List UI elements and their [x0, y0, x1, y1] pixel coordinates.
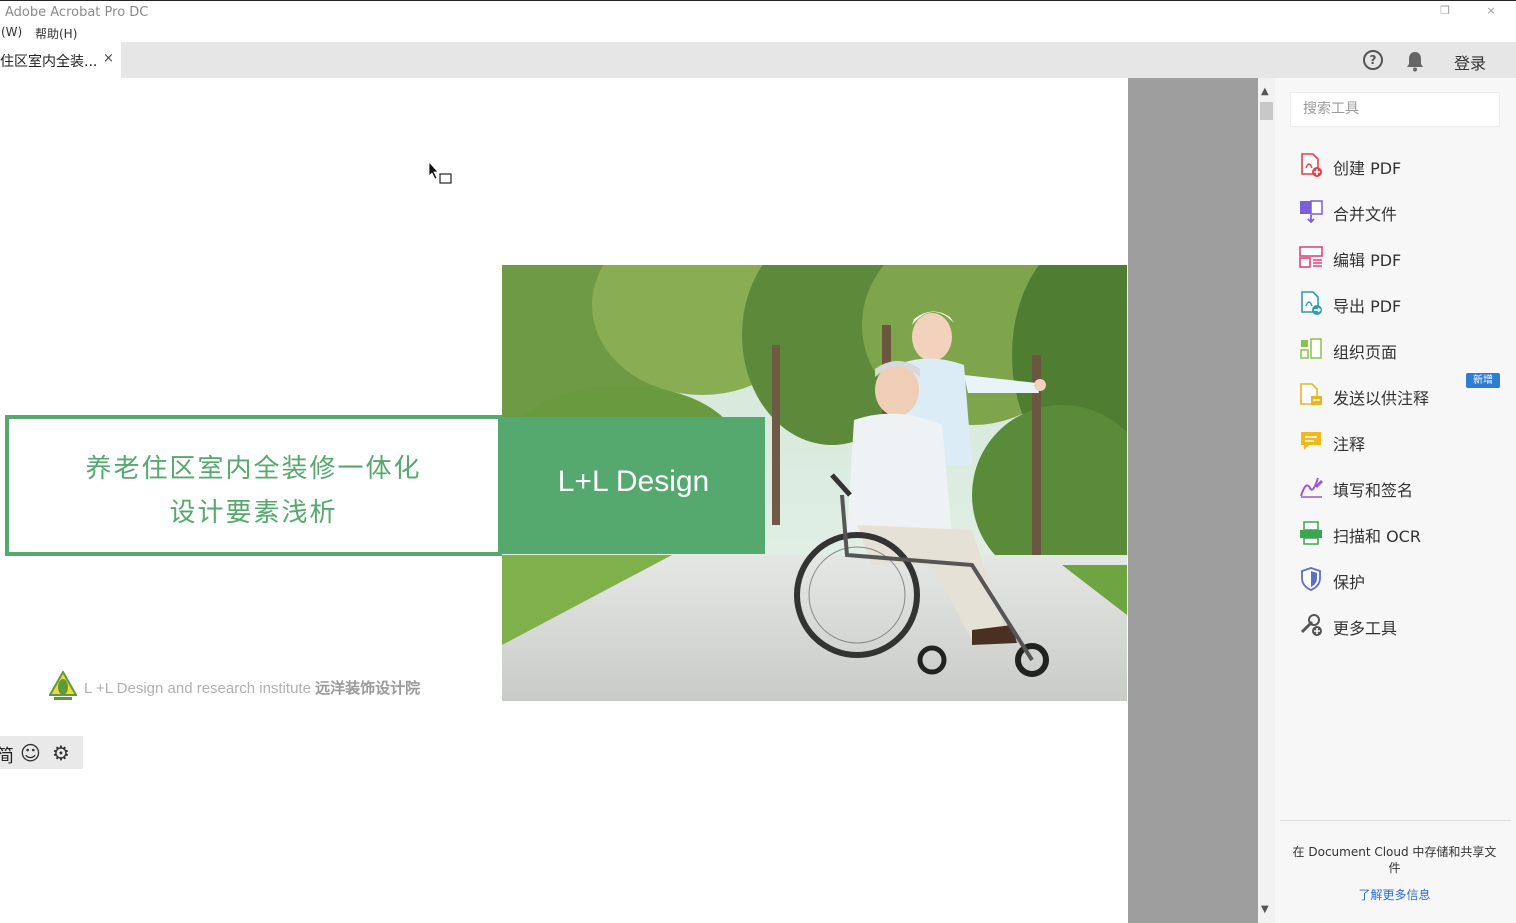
- institute-name-cn: 远洋装饰设计院: [315, 680, 421, 697]
- tool-combine-files-label: 合并文件: [1333, 205, 1398, 224]
- gear-icon[interactable]: ⚙: [52, 741, 70, 765]
- tool-protect-label: 保护: [1333, 573, 1366, 592]
- fill-sign-icon: [1300, 477, 1323, 498]
- tool-combine-files[interactable]: 合并文件: [1298, 196, 1498, 228]
- ime-mode-toggle[interactable]: 简: [0, 742, 14, 768]
- document-title-line-1: 养老住区室内全装修一体化: [85, 454, 422, 484]
- edit-pdf-icon: [1299, 246, 1323, 268]
- send-for-comments-icon: [1300, 383, 1322, 405]
- tool-search-box[interactable]: [1290, 92, 1500, 127]
- tool-fill-sign-label: 填写和签名: [1333, 481, 1414, 500]
- institute-name-en: L +L Design and research institute: [84, 680, 311, 697]
- tool-send-for-comments-label: 发送以供注释: [1333, 389, 1430, 408]
- document-tab-label: 住区室内全装...: [0, 54, 98, 70]
- more-tools-icon: [1300, 614, 1322, 636]
- document-title-line-2: 设计要素浅析: [169, 498, 338, 528]
- tool-organize-pages-label: 组织页面: [1333, 343, 1398, 362]
- menu-window[interactable]: (W): [1, 25, 22, 39]
- document-page: 养老住区室内全装修一体化 设计要素浅析 L+L Design L +L Desi…: [0, 78, 1128, 923]
- restore-button[interactable]: ❐: [1436, 4, 1454, 17]
- tool-organize-pages[interactable]: 组织页面: [1298, 334, 1498, 366]
- brand-box: L+L Design: [502, 417, 765, 554]
- tool-comment-label: 注释: [1333, 435, 1366, 454]
- app-title: Adobe Acrobat Pro DC: [5, 5, 149, 20]
- comment-icon: [1301, 432, 1321, 450]
- create-pdf-icon: [1301, 153, 1322, 177]
- tool-edit-pdf-label: 编辑 PDF: [1333, 251, 1402, 270]
- tool-edit-pdf[interactable]: 编辑 PDF: [1298, 242, 1498, 274]
- tool-protect[interactable]: 保护: [1298, 564, 1498, 596]
- tool-more-tools-label: 更多工具: [1333, 619, 1398, 638]
- vertical-scrollbar[interactable]: ▲ ▼: [1258, 78, 1275, 923]
- tool-create-pdf[interactable]: 创建 PDF: [1298, 150, 1498, 182]
- bell-icon[interactable]: [1405, 50, 1425, 72]
- document-gutter: [1128, 78, 1258, 923]
- organize-pages-icon: [1300, 338, 1322, 359]
- combine-files-icon: [1300, 200, 1323, 224]
- menu-bar: (W) 帮助(H): [0, 23, 1516, 42]
- institute-logo-icon: [49, 671, 77, 700]
- scan-ocr-icon: [1300, 521, 1322, 545]
- tool-comment[interactable]: 注释: [1298, 426, 1498, 458]
- title-card: 养老住区室内全装修一体化 设计要素浅析: [5, 415, 502, 556]
- close-window-button[interactable]: ×: [1482, 4, 1500, 17]
- scroll-up-icon[interactable]: ▲: [1261, 86, 1269, 97]
- tool-more-tools[interactable]: 更多工具: [1298, 610, 1498, 642]
- tool-create-pdf-label: 创建 PDF: [1333, 159, 1402, 178]
- tool-fill-sign[interactable]: 填写和签名: [1298, 472, 1498, 504]
- help-icon[interactable]: ?: [1363, 50, 1383, 70]
- tool-scan-ocr-label: 扫描和 OCR: [1333, 527, 1421, 546]
- document-cloud-promo: 在 Document Cloud 中存储和共享文件: [1292, 845, 1497, 875]
- tool-scan-ocr[interactable]: 扫描和 OCR: [1298, 518, 1498, 550]
- close-tab-icon[interactable]: ×: [103, 51, 114, 66]
- menu-help[interactable]: 帮助(H): [35, 25, 77, 42]
- export-pdf-icon: [1301, 291, 1322, 315]
- document-tab[interactable]: 住区室内全装... ×: [0, 42, 121, 78]
- scroll-down-icon[interactable]: ▼: [1261, 904, 1269, 915]
- tools-pane: 创建 PDF 合并文件 编辑 PDF 导出 PDF: [1275, 78, 1516, 923]
- new-badge: 新增: [1466, 373, 1500, 388]
- ime-toolbar: 简 ☺ ⚙: [0, 736, 83, 769]
- protect-icon: [1301, 567, 1321, 591]
- tool-search-input[interactable]: [1303, 101, 1493, 117]
- learn-more-link[interactable]: 了解更多信息: [1287, 886, 1502, 903]
- title-bar: Adobe Acrobat Pro DC ❐ ×: [0, 0, 1516, 23]
- tool-export-pdf-label: 导出 PDF: [1333, 297, 1402, 316]
- mouse-cursor-icon: [428, 161, 452, 184]
- institute-footer: L +L Design and research institute 远洋装饰设…: [84, 677, 420, 698]
- panel-divider: [1280, 820, 1511, 821]
- tab-bar: 住区室内全装... × ? 登录: [0, 42, 1516, 78]
- tool-export-pdf[interactable]: 导出 PDF: [1298, 288, 1498, 320]
- emoji-icon[interactable]: ☺: [20, 741, 41, 765]
- brand-box-text: L+L Design: [557, 465, 710, 498]
- sign-in-button[interactable]: 登录: [1454, 50, 1486, 74]
- scroll-thumb[interactable]: [1260, 102, 1273, 120]
